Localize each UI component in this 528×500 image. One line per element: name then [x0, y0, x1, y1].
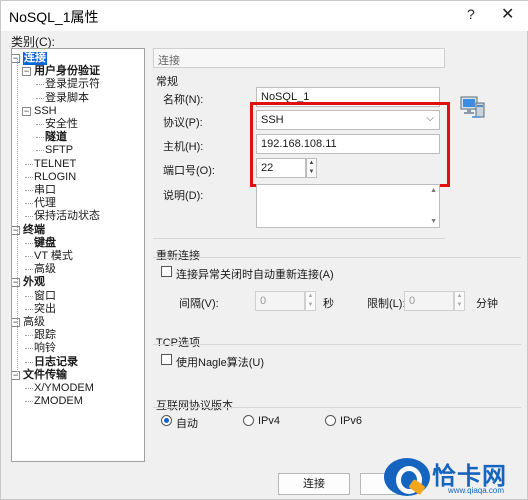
tree-expander-icon[interactable]: −: [12, 318, 20, 327]
tree-item[interactable]: 代理: [34, 197, 56, 210]
tree-connector: [25, 348, 33, 350]
auto-reconnect-label: 连接异常关闭时自动重新连接(A): [176, 269, 334, 281]
tree-item[interactable]: X/YMODEM: [34, 382, 94, 395]
nagle-checkbox[interactable]: [161, 354, 172, 365]
tree-item[interactable]: ZMODEM: [34, 395, 83, 408]
spin-down-icon[interactable]: ▼: [455, 301, 464, 310]
tree-expander-icon[interactable]: −: [12, 225, 20, 235]
tree-item[interactable]: SFTP: [45, 144, 73, 157]
tree-item[interactable]: RLOGIN: [34, 171, 76, 184]
panel-header: 连接: [153, 48, 445, 68]
tree-connector: [25, 269, 33, 271]
tree-item[interactable]: 跟踪: [34, 329, 56, 342]
properties-dialog: NoSQL_1属性 ? ✕ 类别(C): − 连接 − 用户身份验证 登录提示符 登录脚本…: [0, 0, 528, 500]
ipv4-label: IPv4: [258, 415, 281, 427]
port-label: 端口号(O):: [163, 165, 215, 177]
tree-expander-icon[interactable]: −: [12, 278, 20, 288]
description-field[interactable]: ▲ ▼: [256, 184, 440, 228]
tree-item[interactable]: 保持活动状态: [34, 210, 100, 223]
tree-connector: [25, 203, 33, 205]
tree-connector: [25, 176, 33, 178]
spin-up-icon[interactable]: ▲: [306, 292, 315, 301]
ip-version-group: [153, 407, 521, 437]
tree-connector: [25, 163, 33, 165]
interval-label: 间隔(V):: [179, 298, 219, 310]
ip-auto-radio[interactable]: [161, 415, 172, 426]
tree-item[interactable]: 终端: [23, 224, 45, 237]
scroll-down-icon[interactable]: ▼: [430, 218, 437, 225]
tree-connector: [25, 216, 33, 218]
description-label: 说明(D):: [163, 190, 204, 202]
protocol-label: 协议(P):: [163, 117, 203, 129]
spin-up-icon[interactable]: ▲: [455, 292, 464, 301]
window-title: NoSQL_1属性: [9, 9, 99, 25]
tree-item[interactable]: 高级: [34, 263, 56, 276]
connect-button[interactable]: 连接: [278, 473, 350, 495]
limit-label: 限制(L):: [367, 298, 406, 310]
tree-item[interactable]: 登录脚本: [45, 92, 89, 105]
tree-item[interactable]: 登录提示符: [45, 78, 100, 91]
computer-icon: [458, 93, 486, 121]
tree-connector: [25, 388, 33, 389]
tree-connector: [25, 190, 33, 191]
help-button[interactable]: ?: [467, 6, 475, 22]
tree-item[interactable]: VT 模式: [34, 250, 73, 263]
tree-item[interactable]: 外观: [23, 276, 45, 289]
tree-item[interactable]: 安全性: [45, 118, 78, 131]
tree-connector: [25, 401, 33, 403]
site-watermark-logo: 恰卡网 www.qiaqa.com: [384, 456, 526, 496]
highlight-annotation: [250, 102, 450, 187]
tree-item[interactable]: 响铃: [34, 342, 56, 355]
category-tree[interactable]: − 连接 − 用户身份验证 登录提示符 登录脚本 − SSH 安全性 隧道 SFTP TELNET RL…: [11, 48, 145, 462]
auto-reconnect-checkbox[interactable]: [161, 266, 172, 277]
tree-item[interactable]: 键盘: [34, 237, 56, 250]
spin-down-icon[interactable]: ▼: [306, 301, 315, 310]
tree-connector: [25, 308, 33, 310]
nagle-label: 使用Nagle算法(U): [176, 357, 265, 369]
tree-item[interactable]: 隧道: [45, 131, 67, 144]
tree-connector: [36, 150, 44, 152]
tree-connector: [25, 256, 33, 257]
tree-expander-icon[interactable]: −: [22, 67, 31, 77]
tree-item[interactable]: TELNET: [34, 158, 76, 171]
title-bar: NoSQL_1属性 ? ✕: [1, 1, 528, 31]
tree-connector: [36, 124, 44, 125]
scroll-up-icon[interactable]: ▲: [430, 187, 437, 194]
interval-field[interactable]: 0: [255, 291, 305, 311]
tree-connector: [36, 137, 44, 139]
tree-item[interactable]: 用户身份验证: [34, 65, 100, 78]
limit-stepper[interactable]: ▲ ▼: [454, 291, 465, 311]
tree-expander-icon[interactable]: −: [12, 54, 20, 63]
tree-item[interactable]: 文件传输: [23, 369, 67, 382]
tree-expander-icon[interactable]: −: [22, 106, 31, 116]
tree-connector: [25, 242, 33, 244]
tree-connector: [17, 59, 18, 376]
tree-item[interactable]: 窗口: [34, 290, 56, 303]
tree-item[interactable]: SSH: [34, 105, 57, 118]
tree-connector: [36, 97, 44, 99]
tree-connector: [25, 361, 33, 363]
tree-connector: [36, 84, 44, 86]
tree-connector: [25, 335, 33, 337]
ip-auto-label: 自动: [176, 418, 198, 430]
ipv6-radio[interactable]: [325, 415, 336, 426]
tree-item[interactable]: 日志记录: [34, 356, 78, 369]
tree-item[interactable]: 连接: [23, 52, 47, 65]
tree-item[interactable]: 突出: [34, 303, 56, 316]
host-label: 主机(H):: [163, 141, 204, 153]
ipv4-radio[interactable]: [243, 415, 254, 426]
watermark-url: www.qiaqa.com: [448, 486, 505, 495]
limit-unit: 分钟: [476, 298, 498, 310]
limit-field[interactable]: 0: [404, 291, 454, 311]
tree-item[interactable]: 串口: [34, 184, 56, 197]
tree-connector: [25, 295, 33, 297]
interval-stepper[interactable]: ▲ ▼: [305, 291, 316, 311]
interval-unit: 秒: [323, 298, 334, 310]
tree-item[interactable]: 高级: [23, 316, 45, 329]
name-label: 名称(N):: [163, 94, 204, 106]
tree-expander-icon[interactable]: −: [12, 370, 20, 380]
close-button[interactable]: ✕: [501, 4, 514, 24]
ipv6-label: IPv6: [340, 415, 363, 427]
